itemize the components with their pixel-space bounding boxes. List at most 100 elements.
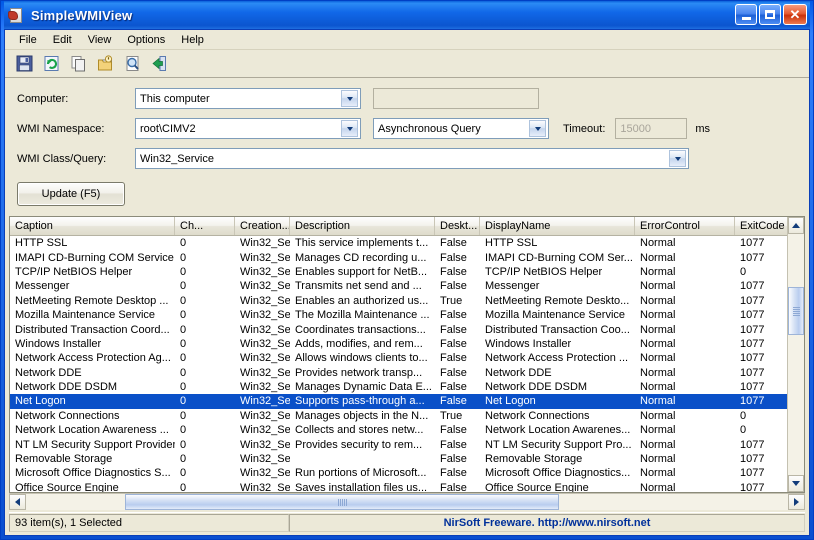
cell-creation: Win32_Se... — [235, 367, 290, 379]
table-row[interactable]: Distributed Transaction Coord...0Win32_S… — [10, 322, 804, 336]
update-button[interactable]: Update (F5) — [17, 182, 125, 206]
cell-description: Adds, modifies, and rem... — [290, 338, 435, 350]
cell-caption: Microsoft Office Diagnostics S... — [10, 467, 175, 479]
namespace-combobox[interactable]: root\CIMV2 — [135, 118, 361, 139]
computer-value: This computer — [140, 93, 341, 105]
scroll-right-button[interactable] — [788, 494, 805, 510]
menu-help[interactable]: Help — [173, 32, 212, 48]
cell-caption: Network Location Awareness ... — [10, 424, 175, 436]
vertical-scroll-thumb[interactable] — [788, 287, 804, 335]
table-row[interactable]: Mozilla Maintenance Service0Win32_Se...T… — [10, 308, 804, 322]
menu-view[interactable]: View — [80, 32, 120, 48]
cell-checkpoint: 0 — [175, 367, 235, 379]
table-row[interactable]: Network DDE DSDM0Win32_Se...Manages Dyna… — [10, 380, 804, 394]
cell-displayname: Network DDE DSDM — [480, 381, 635, 393]
cell-checkpoint: 0 — [175, 252, 235, 264]
properties-icon[interactable] — [94, 53, 116, 75]
scroll-left-button[interactable] — [9, 494, 26, 510]
table-row[interactable]: Network Access Protection Ag...0Win32_Se… — [10, 351, 804, 365]
scroll-up-button[interactable] — [788, 217, 804, 234]
table-row[interactable]: Network DDE0Win32_Se...Provides network … — [10, 366, 804, 380]
cell-caption: Office Source Engine — [10, 482, 175, 492]
status-bar: 93 item(s), 1 Selected NirSoft Freeware.… — [9, 512, 805, 532]
cell-creation: Win32_Se... — [235, 381, 290, 393]
cell-caption: HTTP SSL — [10, 237, 175, 249]
menu-options[interactable]: Options — [119, 32, 173, 48]
chevron-down-icon[interactable] — [341, 90, 358, 107]
cell-checkpoint: 0 — [175, 482, 235, 492]
column-header-desktop[interactable]: Deskt... — [435, 217, 480, 235]
computer-combobox[interactable]: This computer — [135, 88, 361, 109]
query-mode-combobox[interactable]: Asynchronous Query — [373, 118, 549, 139]
table-row[interactable]: Microsoft Office Diagnostics S...0Win32_… — [10, 466, 804, 480]
table-row[interactable]: TCP/IP NetBIOS Helper0Win32_Se...Enables… — [10, 265, 804, 279]
scroll-down-button[interactable] — [788, 475, 804, 492]
title-bar: SimpleWMIView ✕ — [4, 1, 810, 29]
table-row[interactable]: HTTP SSL0Win32_Se...This service impleme… — [10, 236, 804, 250]
table-row[interactable]: Network Connections0Win32_Se...Manages o… — [10, 409, 804, 423]
horizontal-scroll-thumb[interactable] — [125, 494, 559, 510]
cell-description: Collects and stores netw... — [290, 424, 435, 436]
column-header-description[interactable]: Description — [290, 217, 435, 235]
cell-desktop: False — [435, 395, 480, 407]
maximize-button[interactable] — [759, 4, 781, 25]
query-form: Computer: This computer WMI Namespace: r… — [5, 78, 809, 178]
table-row[interactable]: NetMeeting Remote Desktop ...0Win32_Se..… — [10, 294, 804, 308]
timeout-input[interactable]: 15000 — [615, 118, 687, 139]
save-icon[interactable] — [13, 53, 35, 75]
horizontal-scrollbar[interactable] — [9, 493, 805, 510]
chevron-down-icon[interactable] — [529, 120, 546, 137]
vertical-scroll-track[interactable] — [788, 234, 804, 475]
cell-displayname: Network Access Protection ... — [480, 352, 635, 364]
cell-checkpoint: 0 — [175, 338, 235, 350]
cell-displayname: NT LM Security Support Pro... — [480, 439, 635, 451]
cell-desktop: False — [435, 352, 480, 364]
close-button[interactable]: ✕ — [783, 4, 807, 25]
minimize-button[interactable] — [735, 4, 757, 25]
cell-caption: Distributed Transaction Coord... — [10, 324, 175, 336]
table-row[interactable]: Network Location Awareness ...0Win32_Se.… — [10, 423, 804, 437]
column-header-checkpoint[interactable]: Ch... — [175, 217, 235, 235]
cell-errorcontrol: Normal — [635, 352, 735, 364]
table-row[interactable]: Messenger0Win32_Se...Transmits net send … — [10, 279, 804, 293]
table-row[interactable]: Office Source Engine0Win32_Se...Saves in… — [10, 481, 804, 492]
chevron-down-icon[interactable] — [669, 150, 686, 167]
table-row[interactable]: IMAPI CD-Burning COM Service0Win32_Se...… — [10, 250, 804, 264]
status-credit-link[interactable]: NirSoft Freeware. http://www.nirsoft.net — [289, 514, 805, 532]
exit-icon[interactable] — [148, 53, 170, 75]
cell-desktop: False — [435, 367, 480, 379]
table-row[interactable]: NT LM Security Support Provider0Win32_Se… — [10, 437, 804, 451]
column-header-caption[interactable]: Caption — [10, 217, 175, 235]
cell-creation: Win32_Se... — [235, 482, 290, 492]
column-header-creation[interactable]: Creation... — [235, 217, 290, 235]
cell-creation: Win32_Se... — [235, 237, 290, 249]
class-query-label: WMI Class/Query: — [17, 153, 135, 165]
cell-caption: NetMeeting Remote Desktop ... — [10, 295, 175, 307]
cell-description: The Mozilla Maintenance ... — [290, 309, 435, 321]
table-row[interactable]: Windows Installer0Win32_Se...Adds, modif… — [10, 337, 804, 351]
cell-displayname: Network Connections — [480, 410, 635, 422]
chevron-down-icon[interactable] — [341, 120, 358, 137]
table-row[interactable]: Removable Storage0Win32_Se...FalseRemova… — [10, 452, 804, 466]
status-item-count: 93 item(s), 1 Selected — [9, 514, 289, 532]
vertical-scrollbar[interactable] — [787, 217, 804, 492]
computer-extra-field[interactable] — [373, 88, 539, 109]
column-header-errorcontrol[interactable]: ErrorControl — [635, 217, 735, 235]
class-query-combobox[interactable]: Win32_Service — [135, 148, 689, 169]
listview-header: Caption Ch... Creation... Description De… — [10, 217, 804, 236]
listview-body[interactable]: HTTP SSL0Win32_Se...This service impleme… — [10, 236, 804, 492]
horizontal-scroll-track[interactable] — [26, 494, 788, 510]
column-header-displayname[interactable]: DisplayName — [480, 217, 635, 235]
cell-checkpoint: 0 — [175, 439, 235, 451]
menu-file[interactable]: File — [11, 32, 45, 48]
cell-checkpoint: 0 — [175, 453, 235, 465]
cell-creation: Win32_Se... — [235, 252, 290, 264]
refresh-icon[interactable] — [40, 53, 62, 75]
window-title: SimpleWMIView — [31, 8, 132, 23]
find-icon[interactable] — [121, 53, 143, 75]
menu-edit[interactable]: Edit — [45, 32, 80, 48]
table-row[interactable]: Net Logon0Win32_Se...Supports pass-throu… — [10, 394, 804, 408]
cell-description: Coordinates transactions... — [290, 324, 435, 336]
copy-icon[interactable] — [67, 53, 89, 75]
cell-description: Saves installation files us... — [290, 482, 435, 492]
